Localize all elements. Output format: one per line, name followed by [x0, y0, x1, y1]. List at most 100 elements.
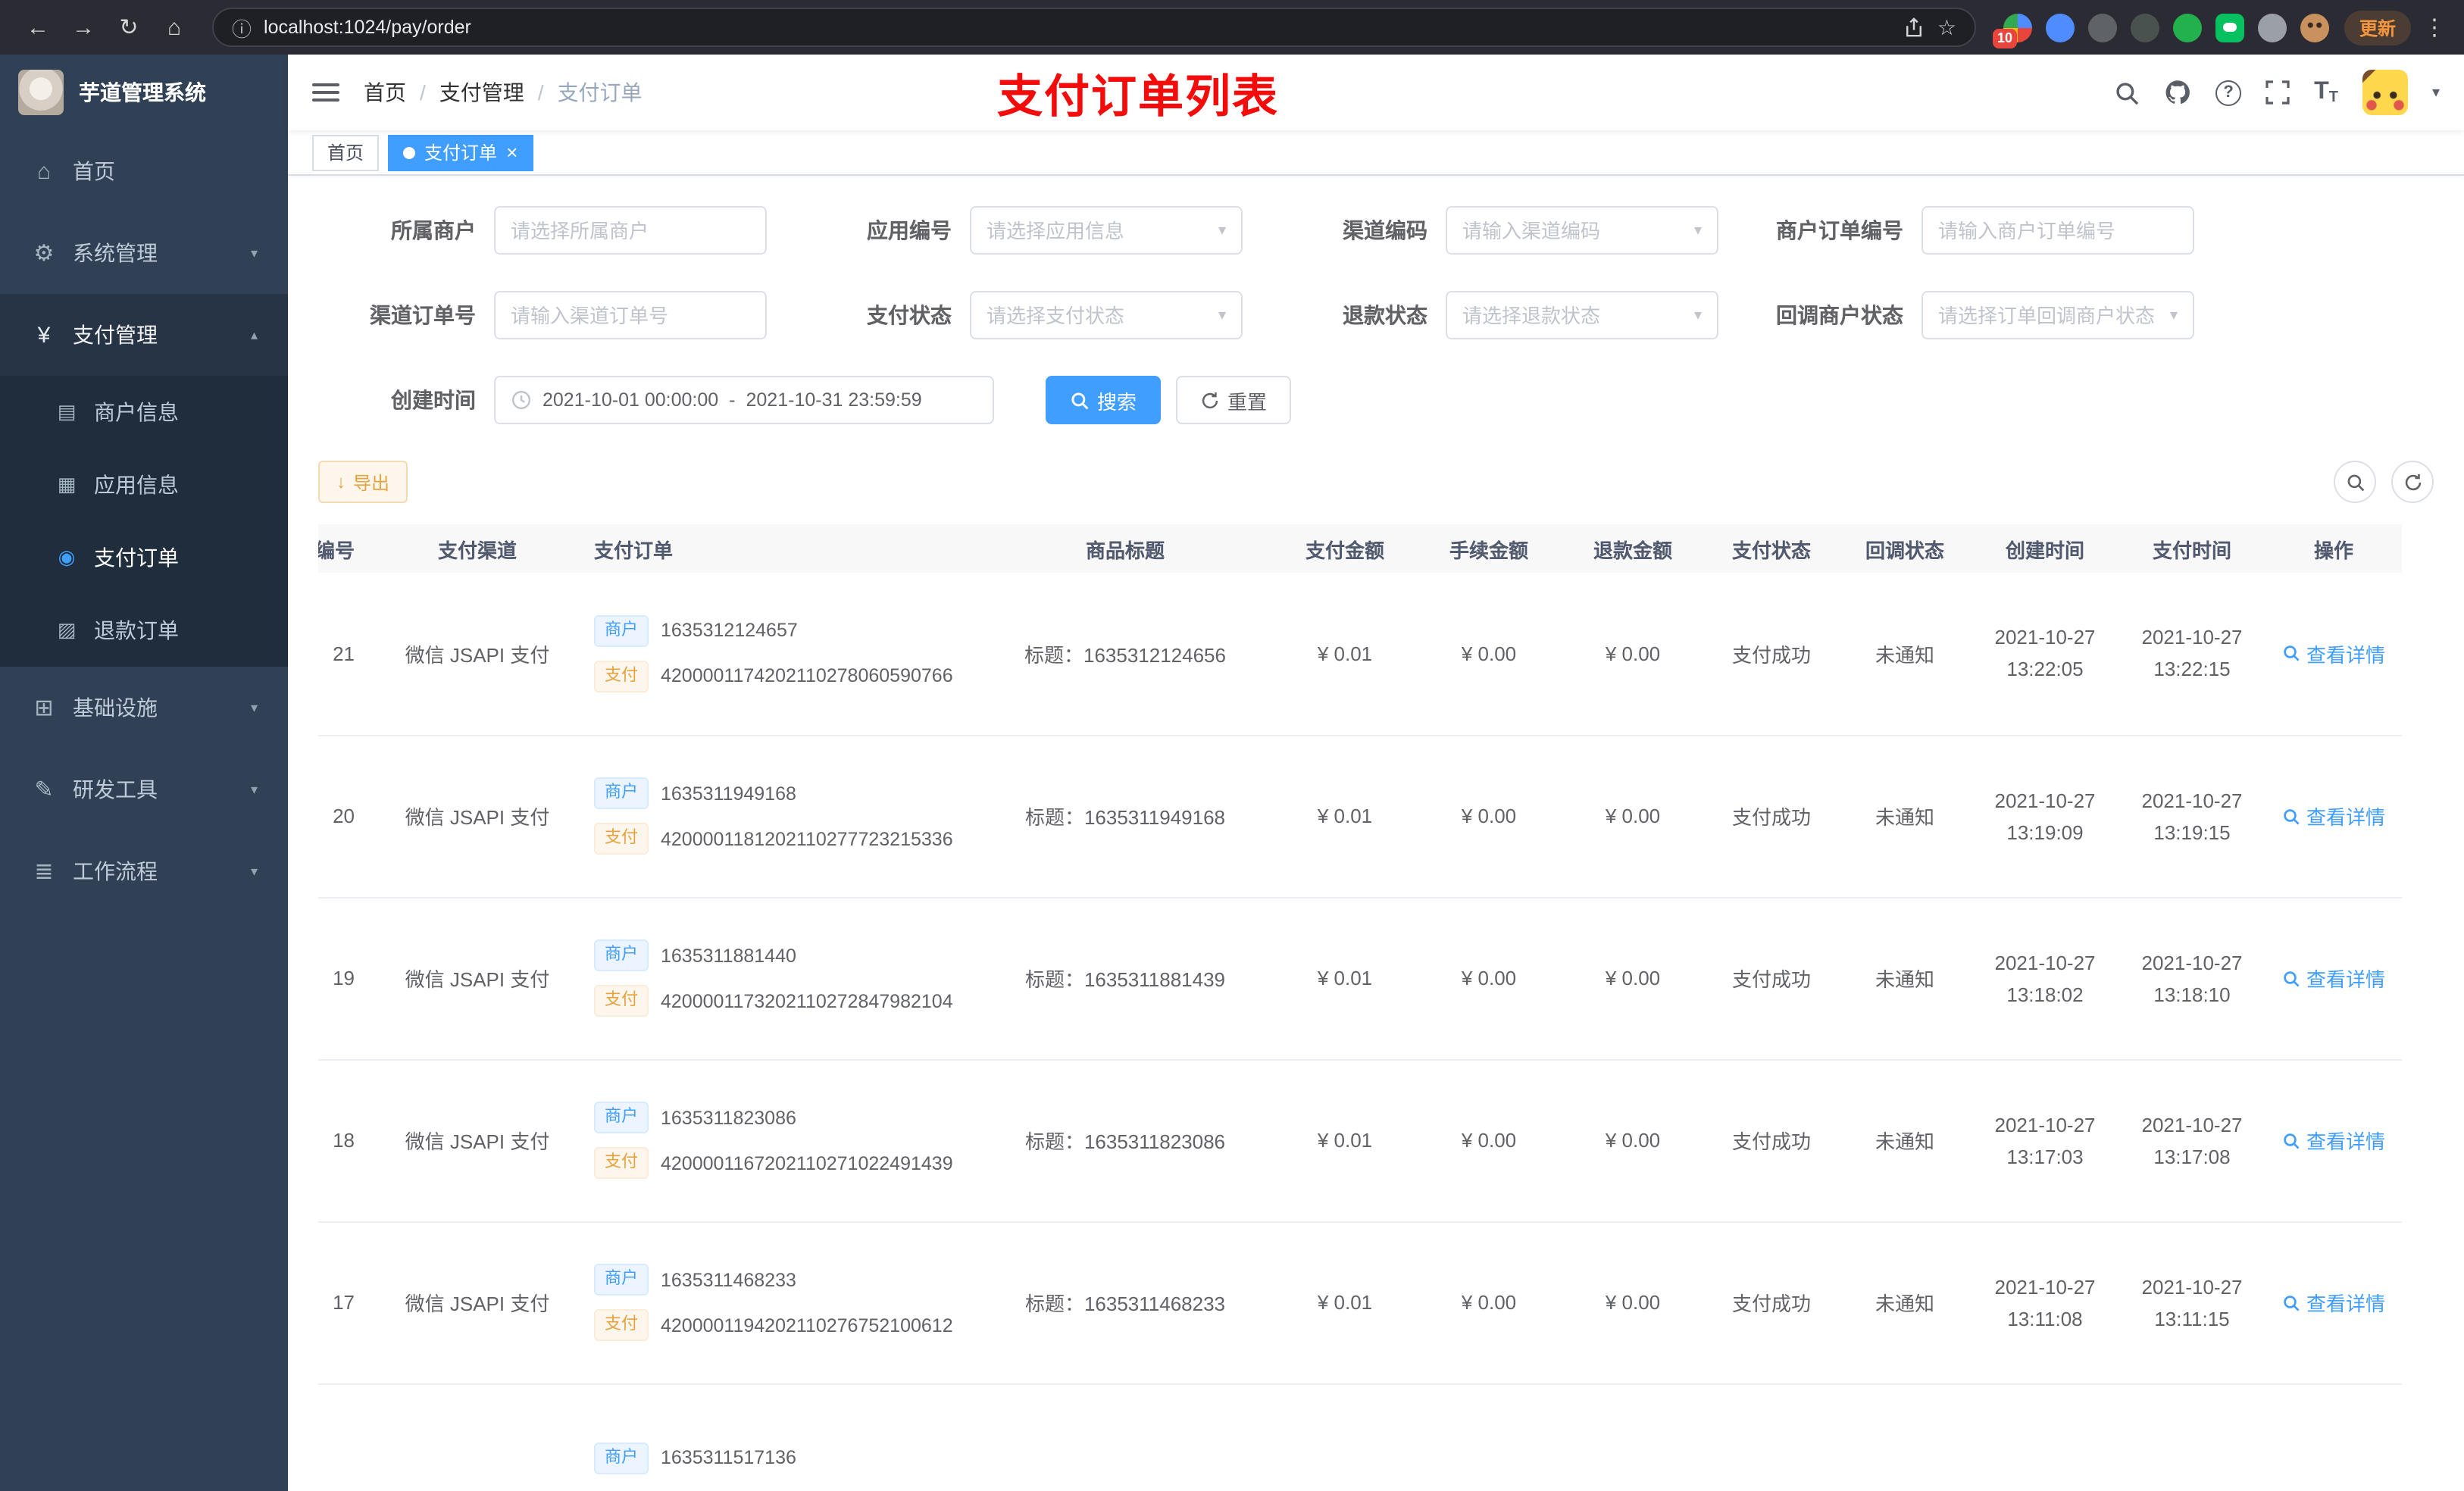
cell-create-time: 2021-10-27 13:18:02 [1972, 897, 2118, 1060]
fullscreen-icon[interactable] [2265, 80, 2290, 105]
bookmark-star-icon[interactable]: ☆ [1937, 14, 1956, 40]
channel-order-no-input[interactable] [511, 304, 750, 327]
extension-icon[interactable]: 10 [1992, 13, 2032, 48]
pay-tag: 支付 [594, 1309, 649, 1341]
app-logo: 芋道管理系统 [0, 55, 288, 130]
tab-pay-order[interactable]: 支付订单 × [388, 134, 533, 170]
breadcrumb-payment[interactable]: 支付管理 [406, 77, 524, 108]
extension-icon[interactable] [2045, 13, 2075, 42]
cell-notify [1838, 1383, 1972, 1491]
chevron-down-icon: ▾ [1218, 307, 1226, 324]
chat-extension-icon[interactable] [2215, 13, 2244, 42]
refund-status-select[interactable]: ▾ [1446, 291, 1718, 339]
browser-reload-icon[interactable]: ↻ [109, 8, 149, 47]
sidebar-item-pay-order[interactable]: ◉ 支付订单 [0, 521, 288, 594]
pay-status-select[interactable]: ▾ [970, 291, 1243, 339]
sidebar-item-workflow[interactable]: ≣ 工作流程 ▾ [0, 830, 288, 912]
field-label: 商户订单编号 [1776, 218, 1903, 242]
channel-code-input[interactable] [1462, 219, 1688, 242]
search-button[interactable]: 搜索 [1046, 376, 1162, 424]
reset-button[interactable]: 重置 [1176, 376, 1292, 424]
browser-profile-avatar[interactable] [2300, 13, 2329, 42]
font-size-icon[interactable]: TT [2314, 79, 2338, 106]
date-range-picker[interactable]: 2021-10-01 00:00:00 - 2021-10-31 23:59:5… [494, 376, 994, 424]
help-icon[interactable]: ? [2215, 80, 2242, 105]
notify-status-input[interactable] [1938, 304, 2164, 327]
filter-row-3: 创建时间 2021-10-01 00:00:00 - 2021-10-31 23… [318, 376, 2434, 424]
view-detail-link[interactable]: 查看详情 [2282, 1126, 2385, 1155]
sidebar-item-infra[interactable]: ⊞ 基础设施 ▾ [0, 667, 288, 749]
pay-time: 13:22:15 [2153, 658, 2231, 681]
app-no-select-input[interactable] [987, 219, 1212, 242]
pay-status-input[interactable] [987, 304, 1212, 327]
avatar-caret-down-icon[interactable]: ▾ [2432, 84, 2440, 101]
merchant-order-no: 1635311517136 [661, 1447, 796, 1468]
date-start-value: 2021-10-01 00:00:00 [543, 389, 719, 411]
merchant-order-no-field[interactable] [1921, 206, 2194, 255]
github-icon[interactable] [2164, 79, 2191, 106]
payment-submenu: ▤ 商户信息 ▦ 应用信息 ◉ 支付订单 ▨ 退款订单 [0, 376, 288, 667]
view-detail-label: 查看详情 [2306, 643, 2385, 667]
refresh-table-button[interactable] [2391, 461, 2434, 503]
cell-pay-time: 2021-10-27 13:18:10 [2118, 897, 2265, 1060]
view-detail-link[interactable]: 查看详情 [2282, 964, 2385, 992]
sidebar-item-label: 研发工具 [73, 777, 158, 802]
user-avatar[interactable] [2362, 70, 2408, 115]
sidebar-item-app-info[interactable]: ▦ 应用信息 [0, 449, 288, 521]
merchant-order-no-input[interactable] [1938, 219, 2178, 242]
cell-amount: ¥ 0.01 [1273, 573, 1417, 736]
cell-channel: 微信 JSAPI 支付 [379, 1059, 576, 1222]
extension-icon[interactable] [2172, 13, 2202, 42]
browser-toolbar: ← → ↻ ⌂ ⓘ localhost:1024/pay/order ☆ 10 … [0, 0, 2464, 55]
collapse-sidebar-icon[interactable] [312, 83, 339, 102]
sidebar-item-label: 应用信息 [94, 473, 179, 497]
browser-update-button[interactable]: 更新 [2344, 10, 2411, 45]
browser-back-icon[interactable]: ← [18, 8, 58, 47]
app-no-select[interactable]: ▾ [970, 206, 1243, 255]
browser-home-icon[interactable]: ⌂ [155, 8, 194, 47]
create-date: 2021-10-27 [1994, 626, 2096, 649]
breadcrumb-home[interactable]: 首页 [364, 77, 406, 108]
browser-forward-icon[interactable]: → [64, 8, 103, 47]
cell-refund: ¥ 0.00 [1561, 1221, 1705, 1384]
filter-merchant-order-no: 商户订单编号 [1746, 206, 2194, 255]
merchant-tag: 商户 [594, 614, 649, 647]
pin-extension-icon[interactable] [2257, 13, 2287, 42]
sidebar-item-home[interactable]: ⌂ 首页 [0, 130, 288, 212]
extension-icon[interactable] [2130, 13, 2159, 42]
sidebar-item-payment[interactable]: ¥ 支付管理 ▴ [0, 294, 288, 376]
extension-icon[interactable] [2087, 13, 2117, 42]
filter-app-no: 应用编号 ▾ [794, 206, 1243, 255]
merchant-tag: 商户 [594, 1442, 649, 1474]
browser-menu-icon[interactable]: ⋮ [2423, 14, 2446, 41]
pay-date: 2021-10-27 [2141, 1113, 2243, 1136]
site-info-icon[interactable]: ⓘ [232, 13, 252, 42]
search-icon[interactable] [2114, 80, 2140, 105]
merchant-select-input[interactable] [511, 219, 750, 242]
filter-notify-status: 回调商户状态 ▾ [1746, 291, 2194, 339]
view-detail-link[interactable]: 查看详情 [2282, 639, 2385, 668]
sidebar-item-merchant-info[interactable]: ▤ 商户信息 [0, 376, 288, 449]
merchant-select[interactable] [494, 206, 767, 255]
share-icon[interactable] [1904, 17, 1925, 38]
tab-home[interactable]: 首页 [312, 134, 380, 170]
cell-create-time: 2021-10-27 13:19:09 [1972, 735, 2118, 898]
sidebar-item-dev-tools[interactable]: ✎ 研发工具 ▾ [0, 749, 288, 830]
close-tab-icon[interactable]: × [506, 142, 518, 162]
notify-status-select[interactable]: ▾ [1921, 291, 2194, 339]
sidebar-item-refund-order[interactable]: ▨ 退款订单 [0, 594, 288, 667]
cell-notify: 未通知 [1838, 897, 1972, 1060]
filter-channel-order-no: 渠道订单号 [318, 291, 767, 339]
sidebar-item-system[interactable]: ⚙ 系统管理 ▾ [0, 212, 288, 294]
channel-code-select[interactable]: ▾ [1446, 206, 1718, 255]
address-bar[interactable]: ⓘ localhost:1024/pay/order ☆ [212, 8, 1976, 47]
export-button[interactable]: ↓ 导出 [318, 461, 408, 503]
channel-order-no-field[interactable] [494, 291, 767, 339]
view-detail-link[interactable]: 查看详情 [2282, 802, 2385, 830]
table-row: 18 微信 JSAPI 支付 商户 1635311823086 支付 42000… [318, 1059, 2402, 1222]
chevron-down-icon: ▾ [1693, 222, 1702, 239]
view-detail-link[interactable]: 查看详情 [2282, 1288, 2385, 1317]
cell-pay-time [2118, 1383, 2265, 1491]
refund-status-input[interactable] [1462, 304, 1688, 327]
toggle-search-button[interactable] [2334, 461, 2376, 503]
